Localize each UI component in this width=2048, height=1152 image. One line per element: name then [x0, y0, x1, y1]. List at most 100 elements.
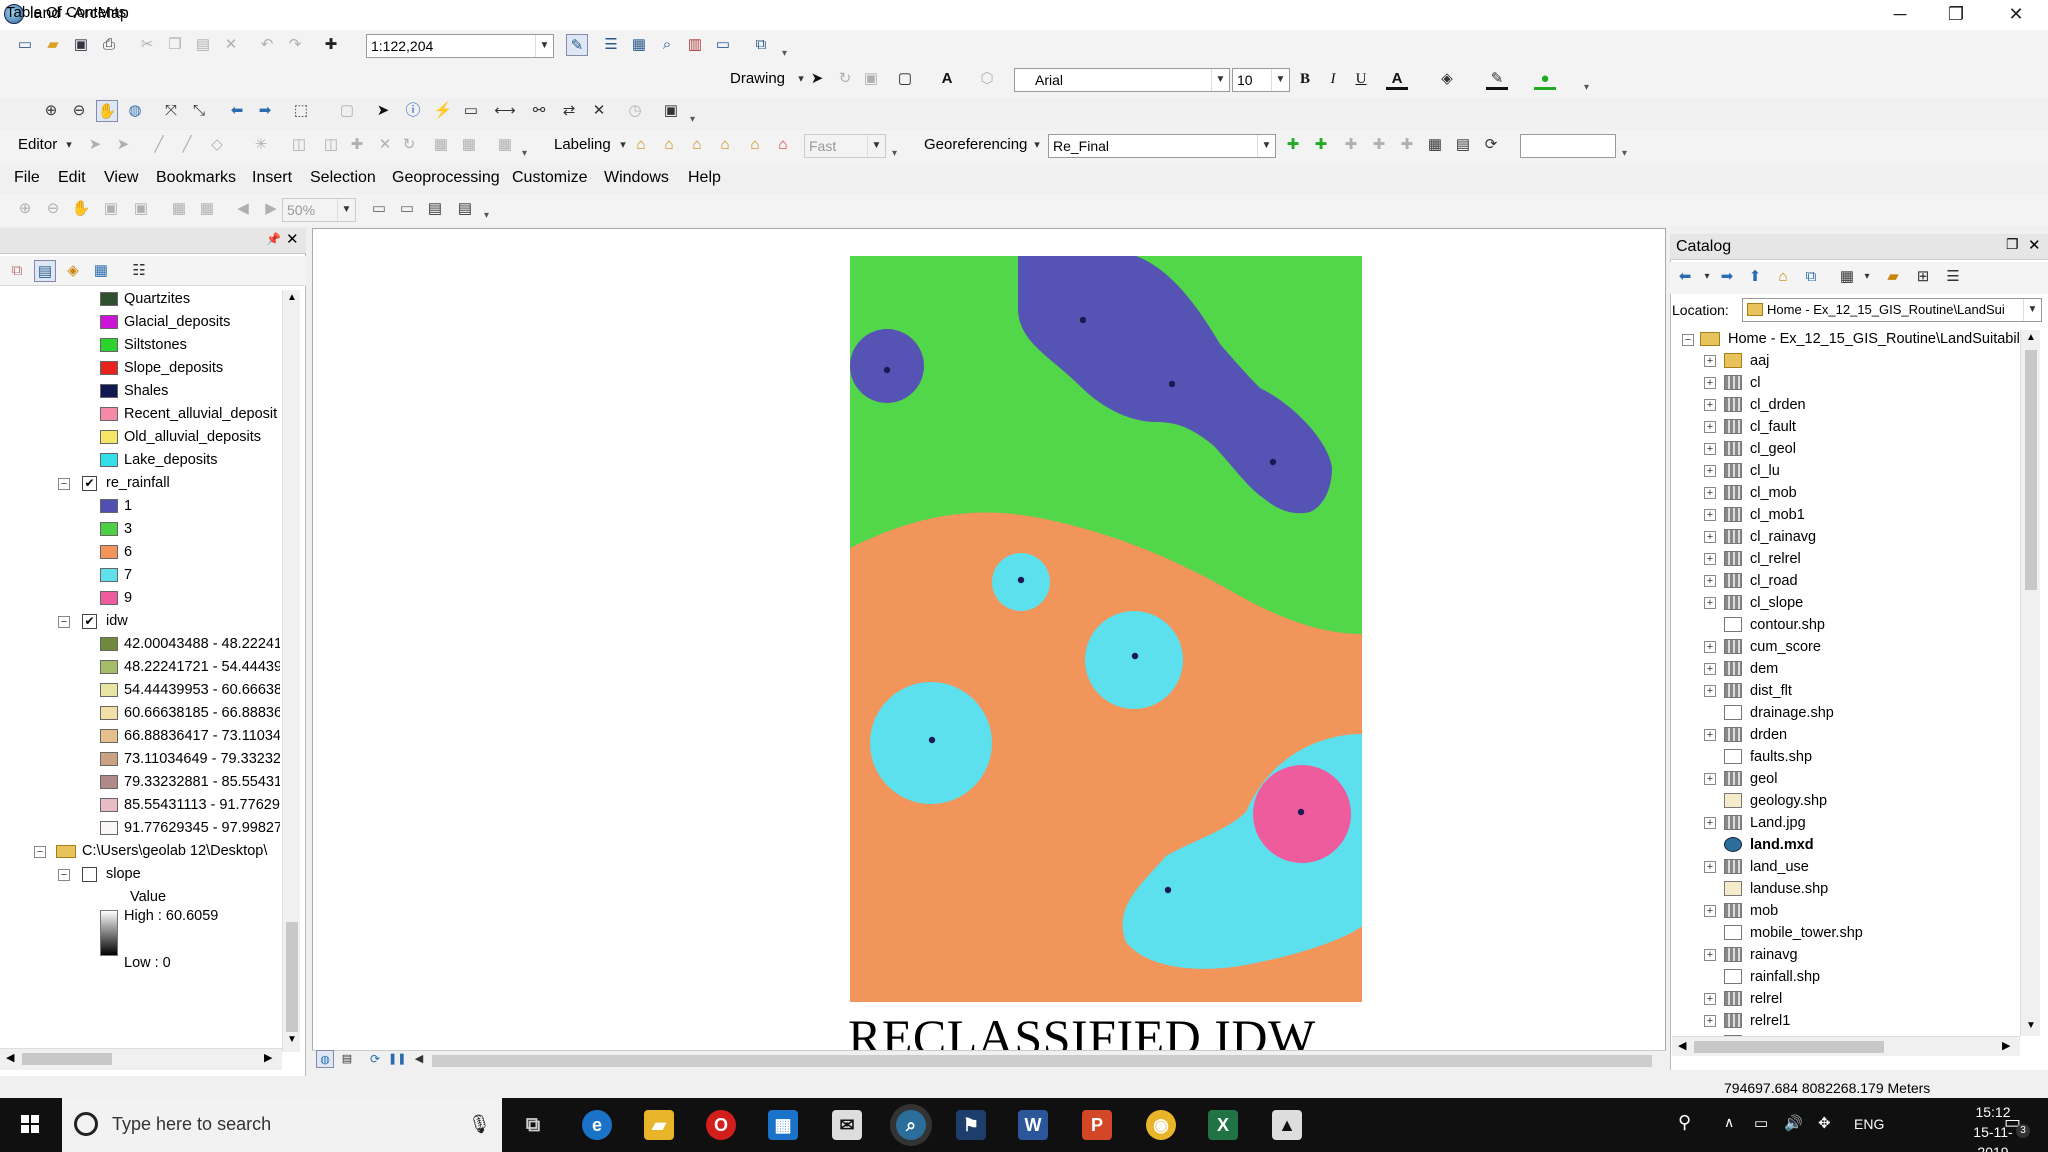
catalog-vertical-scrollbar[interactable]: ▲ ▼ [2020, 330, 2040, 1036]
reshape-icon[interactable]: ◫ [320, 134, 342, 156]
fixed-zoom-in-icon[interactable]: ▦ [168, 198, 190, 220]
expand-icon[interactable]: + [1704, 1015, 1716, 1027]
network-icon[interactable]: ▭ [1754, 1114, 1768, 1132]
html-popup-icon[interactable]: ▭ [460, 100, 482, 122]
open-folder-icon[interactable]: ▰ [42, 34, 64, 56]
dropbox-icon[interactable]: ✥ [1818, 1114, 1831, 1132]
undo-icon[interactable]: ↶ [256, 34, 278, 56]
input-language[interactable]: ENG [1854, 1116, 1884, 1132]
edit-vertices-icon[interactable]: ◫ [288, 134, 310, 156]
chrome-icon[interactable]: ◉ [1146, 1110, 1176, 1140]
identify-icon[interactable]: ⓘ [402, 100, 424, 122]
marker-color-icon[interactable]: ● [1534, 68, 1556, 90]
opera-browser-icon[interactable]: O [706, 1110, 736, 1140]
edit-tool-icon[interactable]: ➤ [84, 134, 106, 156]
expand-icon[interactable]: + [1704, 861, 1716, 873]
show-hidden-icons-icon[interactable]: ∧ [1724, 1114, 1734, 1131]
rotate-georef-icon[interactable]: ✚ [1282, 134, 1304, 156]
catalog-close-icon[interactable]: ✕ [2028, 236, 2041, 254]
data-view-icon[interactable]: ◍ [316, 1050, 334, 1068]
pin-icon[interactable]: 📌 [266, 232, 281, 246]
find-route-icon[interactable]: ⇄ [558, 100, 580, 122]
print-icon[interactable]: ⎙ [98, 34, 120, 56]
line-color-icon[interactable]: ✎ [1486, 68, 1508, 90]
collapse-icon[interactable]: − [58, 616, 70, 628]
view-unplaced-labels-icon[interactable]: ⌂ [714, 134, 736, 156]
view-link-table-icon[interactable]: ▦ [1424, 134, 1446, 156]
menu-view[interactable]: View [104, 169, 138, 187]
full-extent-globe-icon[interactable]: ◍ [124, 100, 146, 122]
toc-close-icon[interactable]: ✕ [286, 230, 299, 248]
layer-re-rainfall[interactable]: − ✔ re_rainfall [0, 472, 280, 495]
layer-visibility-checkbox[interactable]: ✔ [82, 476, 97, 491]
zoom-whole-page-icon[interactable]: ▣ [100, 198, 122, 220]
fixed-zoom-in-icon[interactable]: ⤧ [160, 100, 182, 122]
font-color-button[interactable]: A [1386, 68, 1408, 90]
delete-icon[interactable]: ✕ [220, 34, 242, 56]
labeling-quality-combo[interactable]: Fast ▼ [804, 134, 886, 158]
view-options-icon[interactable]: ▦ [1836, 266, 1858, 288]
menu-selection[interactable]: Selection [310, 169, 376, 187]
expand-icon[interactable]: + [1704, 509, 1716, 521]
new-document-icon[interactable]: ▭ [14, 34, 36, 56]
rotate-icon[interactable]: ↻ [834, 68, 856, 90]
create-features-icon[interactable]: ▦ [494, 134, 516, 156]
scroll-up-icon[interactable]: ▲ [287, 292, 297, 303]
editor-toolbar-toggle-icon[interactable]: ✎ [566, 34, 588, 56]
hyperlink-icon[interactable]: ⚡ [432, 100, 454, 122]
powerpoint-icon[interactable]: P [1082, 1110, 1112, 1140]
redo-icon[interactable]: ↷ [284, 34, 306, 56]
expand-icon[interactable]: + [1704, 399, 1716, 411]
layer-visibility-checkbox[interactable] [82, 867, 97, 882]
forward-arrow-icon[interactable]: ➡ [1716, 266, 1738, 288]
toolbar-grip-icon[interactable]: ▾ [1584, 82, 1592, 94]
expand-icon[interactable]: + [1704, 355, 1716, 367]
forward-arrow-icon[interactable]: ➡ [254, 100, 276, 122]
expand-icon[interactable]: + [1704, 377, 1716, 389]
copy-icon[interactable]: ❐ [164, 34, 186, 56]
cut-icon[interactable]: ✂ [136, 34, 158, 56]
expand-icon[interactable]: + [1704, 685, 1716, 697]
drawing-menu-button[interactable]: Drawing [730, 66, 785, 92]
scroll-thumb[interactable] [1694, 1041, 1884, 1053]
label-manager-icon[interactable]: ⌂ [630, 134, 652, 156]
layer-visibility-checkbox[interactable]: ✔ [82, 614, 97, 629]
scroll-left-icon[interactable]: ◀ [6, 1051, 14, 1064]
maximize-panel-icon[interactable]: ❐ [2006, 236, 2019, 253]
underline-button[interactable]: U [1350, 68, 1372, 90]
collapse-icon[interactable]: − [34, 846, 46, 858]
expand-icon[interactable]: + [1704, 597, 1716, 609]
time-slider-icon[interactable]: ◷ [624, 100, 646, 122]
label-weight-icon[interactable]: ⌂ [772, 134, 794, 156]
source-folder[interactable]: − C:\Users\geolab 12\Desktop\ [0, 840, 280, 863]
menu-insert[interactable]: Insert [252, 169, 292, 187]
toolbar-grip-icon[interactable]: ▾ [1622, 148, 1630, 160]
toolbar-grip-icon[interactable]: ▾ [484, 210, 492, 222]
file-explorer-icon[interactable]: ▰ [644, 1110, 674, 1140]
add-control-points-icon[interactable]: ✚ [1368, 134, 1390, 156]
toc-horizontal-scrollbar[interactable]: ◀ ▶ [0, 1048, 282, 1070]
table-of-contents-window-icon[interactable]: ☰ [600, 34, 622, 56]
view-dropdown-icon[interactable]: ▾ [1856, 266, 1878, 288]
expand-icon[interactable]: + [1704, 729, 1716, 741]
catalog-window-icon[interactable]: ▦ [628, 34, 650, 56]
expand-icon[interactable]: + [1704, 421, 1716, 433]
trace-icon[interactable]: ◇ [206, 134, 228, 156]
shift-georef-icon[interactable]: ✚ [1310, 134, 1332, 156]
measure-icon[interactable]: ⟷ [494, 100, 516, 122]
scroll-right-icon[interactable]: ▶ [2002, 1039, 2010, 1052]
up-one-level-icon[interactable]: ⬆ [1744, 266, 1766, 288]
view-source-icon[interactable]: ▤ [1452, 134, 1474, 156]
people-icon[interactable]: ⚲ [1678, 1112, 1691, 1133]
scroll-right-icon[interactable]: ▶ [264, 1051, 272, 1064]
georeferencing-menu-button[interactable]: Georeferencing [924, 132, 1027, 158]
back-arrow-icon[interactable]: ⬅ [226, 100, 248, 122]
arccatalog-icon[interactable]: ⚑ [956, 1110, 986, 1140]
collapse-icon[interactable]: − [58, 478, 70, 490]
toc-vertical-scrollbar[interactable]: ▲ ▼ [282, 290, 300, 1052]
scroll-left-icon[interactable]: ◀ [410, 1050, 428, 1068]
expand-icon[interactable]: + [1704, 641, 1716, 653]
straight-segment-icon[interactable]: ╱ [148, 134, 170, 156]
menu-customize[interactable]: Customize [512, 169, 588, 187]
expand-icon[interactable]: + [1704, 443, 1716, 455]
